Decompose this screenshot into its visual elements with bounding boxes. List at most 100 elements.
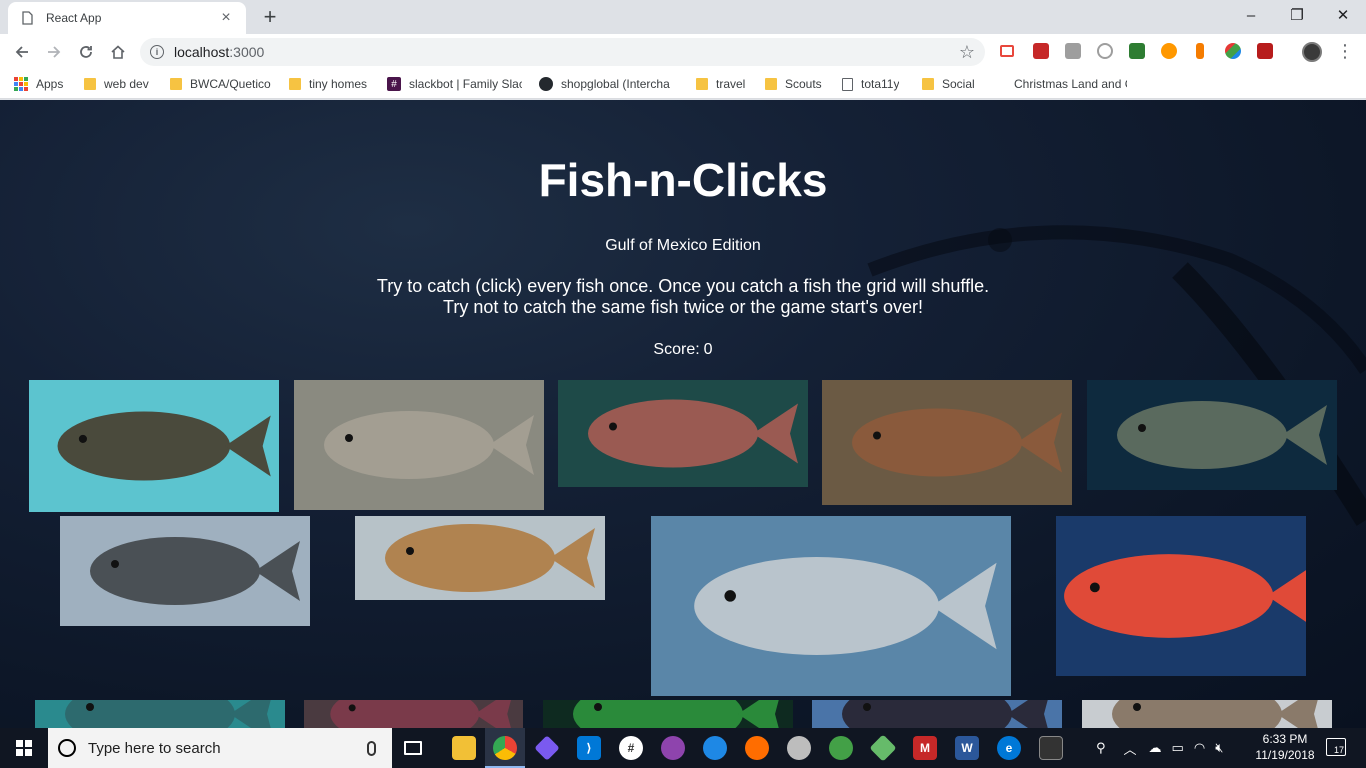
- bookmark-scouts[interactable]: Scouts: [765, 75, 822, 93]
- fish-body: [588, 399, 758, 468]
- fish-card-scamp-grouper[interactable]: [822, 380, 1072, 505]
- page-viewport: Fish-n-Clicks Gulf of Mexico Edition Try…: [0, 100, 1366, 728]
- fish-card-reef-fish[interactable]: [35, 700, 285, 728]
- reload-button[interactable]: [74, 40, 98, 64]
- score-value: 0: [703, 341, 713, 358]
- microphone-icon[interactable]: [367, 740, 376, 756]
- fish-image: [1087, 380, 1337, 490]
- terminal-icon[interactable]: [1039, 736, 1063, 760]
- fish-card-spanish-mackerel[interactable]: [651, 516, 1011, 696]
- profile-avatar[interactable]: [1302, 42, 1322, 62]
- fish-body: [1064, 554, 1274, 638]
- github-desktop-icon[interactable]: [661, 736, 685, 760]
- word-icon[interactable]: W: [955, 736, 979, 760]
- mongodb-icon[interactable]: [787, 736, 811, 760]
- home-button[interactable]: [106, 40, 130, 64]
- vscode-icon[interactable]: ⟩: [577, 736, 601, 760]
- file-explorer-icon[interactable]: [452, 736, 476, 760]
- bookmark-tiny-homes[interactable]: tiny homes: [289, 75, 367, 93]
- bookmark-slackbot[interactable]: # slackbot | Family Slac: [387, 75, 522, 93]
- fish-card-speckled-fish[interactable]: [304, 700, 523, 728]
- extension-cast-icon[interactable]: [1000, 45, 1014, 57]
- close-window-button[interactable]: ✕: [1320, 0, 1366, 30]
- bookmark-christmas[interactable]: Christmas Land and C: [1014, 75, 1127, 93]
- bookmark-travel[interactable]: travel: [696, 75, 745, 93]
- wifi-icon[interactable]: ◠: [1194, 740, 1205, 756]
- bookmark-social[interactable]: Social: [922, 75, 975, 93]
- browser-tab[interactable]: React App ×: [8, 2, 246, 34]
- fish-card-anglers-2[interactable]: [1082, 700, 1332, 728]
- system-tray: ⚲ ︿ ☁ ▭ ◠ 🔇︎: [1096, 728, 1223, 768]
- tab-strip: React App × + – ❐ ✕: [0, 0, 1366, 34]
- fish-eye: [348, 704, 356, 712]
- extension-circle-icon[interactable]: [1097, 43, 1113, 59]
- task-view-icon[interactable]: [404, 741, 422, 755]
- bookmark-star-icon[interactable]: ☆: [959, 42, 975, 63]
- address-bar[interactable]: i localhost:3000 ☆: [140, 38, 985, 66]
- extension-color-icon[interactable]: [1225, 43, 1241, 59]
- bookmark-label: slackbot | Family Slac: [409, 77, 522, 91]
- fish-card-queen-snapper[interactable]: [1056, 516, 1306, 676]
- mcafee-icon[interactable]: M: [913, 736, 937, 760]
- onedrive-icon[interactable]: ☁: [1149, 740, 1162, 756]
- extension-pocket-icon[interactable]: [1033, 43, 1049, 59]
- fish-eye: [345, 434, 353, 442]
- volume-icon[interactable]: 🔇︎: [1215, 740, 1223, 756]
- taskbar-search[interactable]: Type here to search: [48, 728, 392, 768]
- extension-red-icon[interactable]: [1257, 43, 1273, 59]
- extension-carrot-icon[interactable]: [1196, 43, 1204, 59]
- fish-card-southern-flounder[interactable]: [294, 380, 544, 510]
- bookmark-label: travel: [716, 77, 746, 91]
- fish-image: [294, 380, 544, 510]
- fish-card-green-fish[interactable]: [543, 700, 793, 728]
- fish-body: [1117, 401, 1287, 469]
- slack-app-icon[interactable]: #: [619, 736, 643, 760]
- fish-image: [822, 380, 1072, 505]
- fish-eye: [1133, 703, 1141, 711]
- fish-card-redfish[interactable]: [355, 516, 605, 600]
- fish-eye: [724, 590, 736, 602]
- notification-center-icon[interactable]: 17: [1326, 738, 1346, 756]
- folder-icon: [170, 78, 182, 90]
- minimize-button[interactable]: –: [1228, 0, 1274, 30]
- forward-button[interactable]: [42, 40, 66, 64]
- close-tab-icon[interactable]: ×: [218, 10, 234, 26]
- fish-card-anglers[interactable]: [812, 700, 1062, 728]
- app-title: Fish-n-Clicks: [538, 154, 828, 206]
- reload-icon: [80, 46, 92, 58]
- taskbar-clock[interactable]: 6:33 PM 11/19/2018: [1252, 731, 1318, 763]
- postman-icon[interactable]: [745, 736, 769, 760]
- info-icon[interactable]: i: [150, 45, 164, 59]
- home-icon: [111, 45, 125, 59]
- battery-icon[interactable]: ▭: [1172, 740, 1184, 756]
- edge-icon[interactable]: e: [997, 736, 1021, 760]
- bookmarks-bar: Apps web dev BWCA/Quetico tiny homes # s…: [0, 70, 1366, 99]
- firefox-icon[interactable]: [703, 736, 727, 760]
- fish-eye: [1138, 424, 1146, 432]
- back-button[interactable]: [10, 40, 34, 64]
- bookmark-shopglobal[interactable]: shopglobal (Intercha: [539, 75, 677, 93]
- fish-card-red-grouper[interactable]: [558, 380, 808, 487]
- chrome-icon[interactable]: [493, 736, 517, 760]
- atom-icon[interactable]: [829, 736, 853, 760]
- people-icon[interactable]: ⚲: [1096, 740, 1106, 756]
- bookmark-tota11y[interactable]: tota11y: [842, 75, 899, 93]
- menu-icon[interactable]: ⋮: [1336, 40, 1354, 62]
- bookmark-bwca[interactable]: BWCA/Quetico: [170, 75, 271, 93]
- fish-image: [35, 700, 285, 728]
- extension-orange-icon[interactable]: [1161, 43, 1177, 59]
- new-tab-button[interactable]: +: [258, 6, 282, 28]
- bookmark-web-dev[interactable]: web dev: [84, 75, 149, 93]
- chevron-up-icon[interactable]: ︿: [1124, 739, 1137, 758]
- fish-card-flounder[interactable]: [29, 380, 279, 512]
- fish-card-black-grouper[interactable]: [1087, 380, 1337, 490]
- bookmark-apps[interactable]: Apps: [14, 75, 63, 93]
- restore-button[interactable]: ❐: [1274, 0, 1320, 30]
- extension-cors-icon[interactable]: [1129, 43, 1145, 59]
- folder-icon: [84, 78, 96, 90]
- extension-grid-icon[interactable]: [1065, 43, 1081, 59]
- bookmark-label: BWCA/Quetico: [190, 77, 271, 91]
- fish-eye: [111, 560, 119, 568]
- start-button[interactable]: [0, 728, 48, 768]
- fish-card-gag-grouper[interactable]: [60, 516, 310, 626]
